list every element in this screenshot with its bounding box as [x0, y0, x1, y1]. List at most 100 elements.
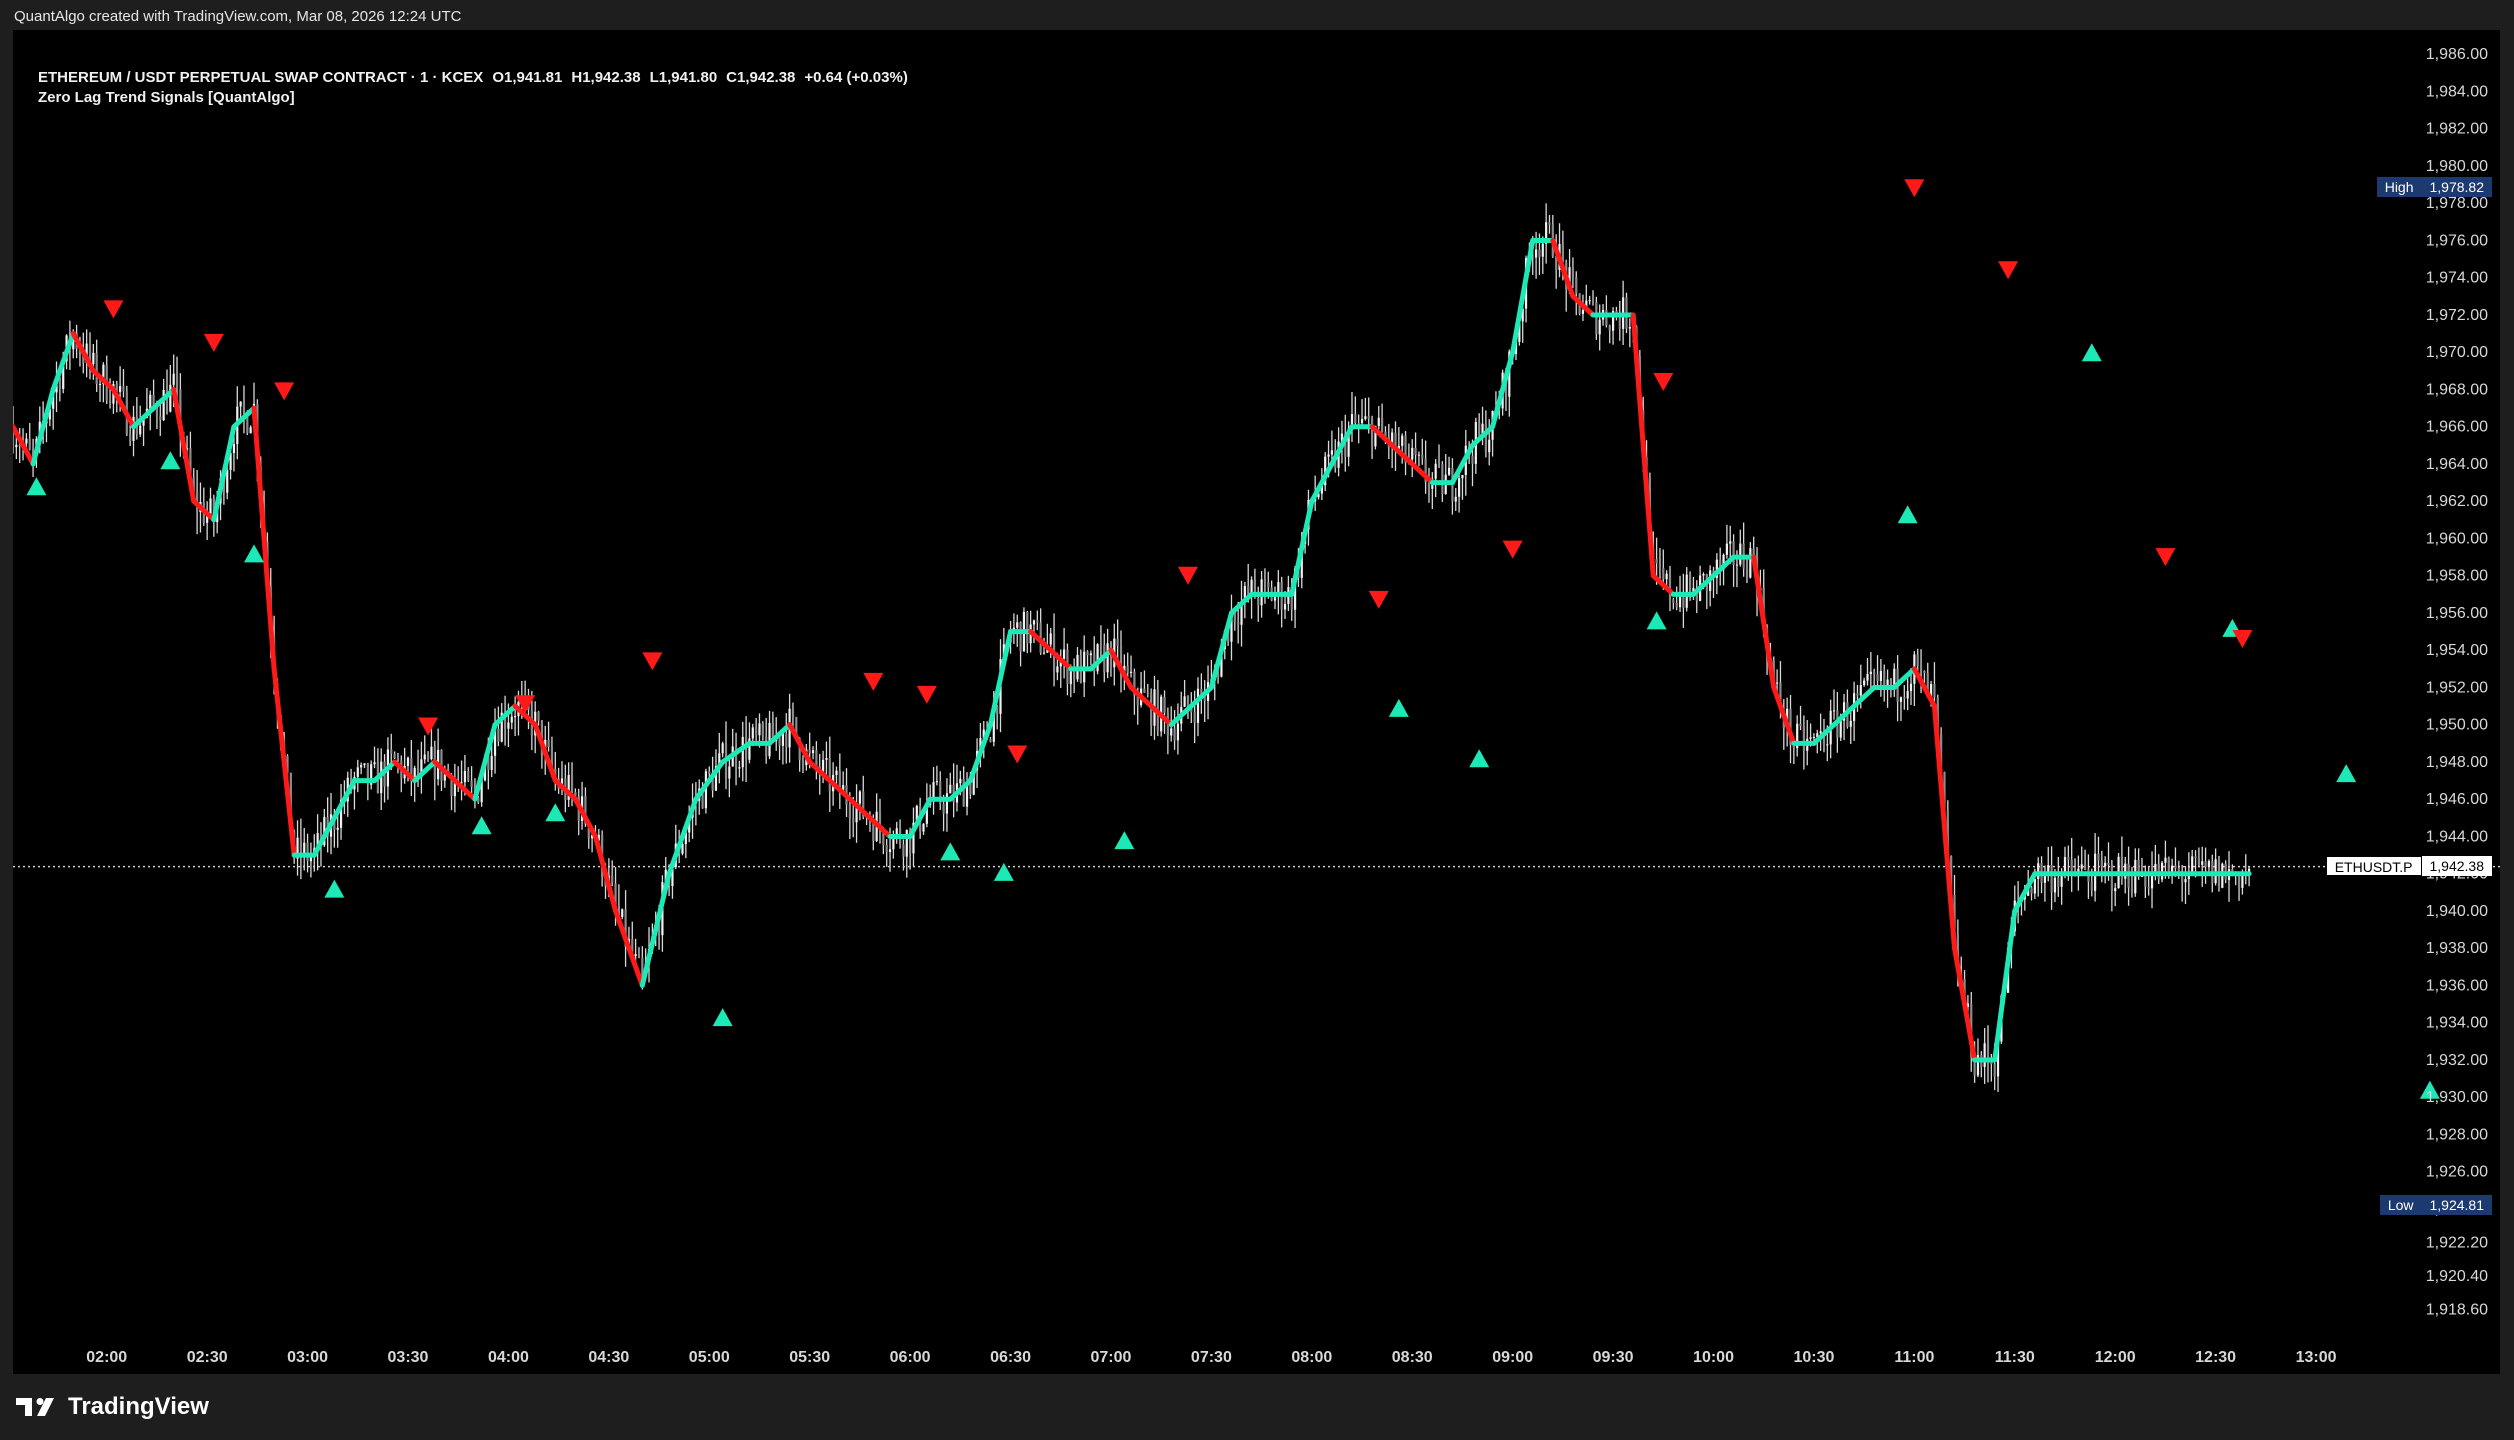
candle-body	[785, 733, 788, 748]
y-tick-label: 1,972.00	[2426, 307, 2488, 324]
candle-body	[815, 750, 818, 767]
candle-body	[1357, 422, 1360, 424]
candle-body	[467, 770, 470, 781]
x-tick-label: 11:30	[1995, 1349, 2035, 1366]
candle-body	[1899, 697, 1903, 702]
trend-line-segment	[1630, 312, 1656, 579]
candle-body	[808, 749, 811, 754]
sell-signal-triangle	[863, 672, 884, 691]
x-tick-label: 05:00	[689, 1349, 730, 1366]
indicator-name[interactable]: Zero Lag Trend Signals [QuantAlgo]	[38, 88, 917, 108]
chart-area[interactable]: 1,918.601,920.401,922.201,924.001,926.00…	[13, 30, 2500, 1374]
buy-signal-triangle	[993, 862, 1014, 881]
x-tick-label: 13:00	[2296, 1349, 2337, 1366]
candle-body	[1682, 595, 1685, 608]
candle-body	[570, 775, 574, 792]
candle-body	[1749, 548, 1752, 578]
candle-body	[611, 875, 614, 884]
candle-body	[1129, 671, 1133, 673]
low-label: Low	[2379, 1195, 2422, 1215]
candle-body	[1146, 692, 1149, 694]
candle-body	[306, 842, 309, 862]
candle-body	[728, 766, 731, 779]
symbol-name[interactable]: ETHEREUM / USDT PERPETUAL SWAP CONTRACT …	[38, 69, 483, 86]
candle-body	[1658, 563, 1662, 568]
candle-body	[1812, 736, 1816, 738]
candle-body	[239, 401, 242, 407]
candle-body	[497, 728, 500, 742]
candle-body	[1193, 712, 1196, 723]
candle-body	[1421, 454, 1424, 459]
sell-signal-triangle	[418, 717, 439, 736]
candle-body	[463, 770, 467, 783]
candle-body	[1441, 464, 1444, 495]
candle-body	[2191, 856, 2194, 874]
candle-body	[1049, 633, 1052, 645]
candle-body	[1608, 325, 1611, 331]
candle-body	[2201, 861, 2204, 865]
y-tick-label: 1,936.00	[2426, 977, 2488, 994]
candle-body	[1595, 301, 1598, 335]
candle-body	[1739, 543, 1742, 565]
candle-body	[1036, 620, 1039, 623]
candle-body	[423, 754, 426, 760]
candle-body	[1026, 611, 1029, 644]
candle-body	[1370, 418, 1374, 447]
candle-body	[1143, 688, 1146, 693]
candle-body	[2154, 863, 2157, 873]
candle-body	[2130, 887, 2134, 894]
candle-body	[1019, 622, 1022, 652]
candle-body	[2104, 862, 2107, 867]
sell-signal-triangle	[1904, 179, 1925, 198]
trend-line-segment	[271, 666, 297, 858]
candle-body	[1776, 682, 1779, 684]
candle-body	[2147, 886, 2150, 889]
candle-body	[2070, 859, 2073, 873]
candle-body	[1173, 728, 1176, 741]
candle-body	[2177, 868, 2180, 872]
candle-body	[1447, 467, 1451, 475]
candle-body	[1909, 683, 1913, 692]
candle-body	[2097, 853, 2100, 861]
y-tick-label: 1,970.00	[2426, 344, 2488, 361]
x-tick-label: 08:00	[1291, 1349, 1332, 1366]
candle-body	[1678, 595, 1682, 608]
candle-body	[2194, 856, 2197, 858]
tradingview-logo[interactable]: TradingView	[16, 1390, 209, 1424]
y-tick-label: 1,954.00	[2426, 642, 2488, 659]
candle-body	[390, 749, 393, 754]
candle-body	[1581, 310, 1585, 314]
candle-body	[1484, 423, 1487, 453]
y-tick-label: 1,946.00	[2426, 791, 2488, 808]
trend-line-segment	[1992, 908, 2018, 1063]
price-change: +0.64 (+0.03%)	[804, 69, 908, 86]
candle-body	[751, 727, 754, 739]
y-tick-label: 1,956.00	[2426, 605, 2488, 622]
candle-body	[755, 727, 758, 736]
sell-signal-triangle	[1007, 745, 1028, 764]
candle-body	[1534, 249, 1538, 258]
candle-body	[1471, 455, 1474, 464]
candle-body	[1702, 573, 1705, 576]
candle-body	[1883, 671, 1886, 688]
sell-signal-triangle	[1653, 373, 1674, 392]
candle-body	[95, 352, 98, 385]
candle-body	[1042, 652, 1046, 654]
y-tick-label: 1,966.00	[2426, 419, 2488, 436]
candle-body	[828, 758, 831, 792]
candle-body	[1832, 710, 1836, 712]
low-price-tag: Low 1,924.81	[2379, 1195, 2492, 1215]
price-chart[interactable]: 1,918.601,920.401,922.201,924.001,926.00…	[13, 30, 2500, 1374]
candle-body	[1799, 723, 1802, 727]
buy-signal-triangle	[545, 803, 566, 822]
candle-body	[249, 427, 252, 434]
sell-signal-triangle	[103, 300, 124, 319]
candle-body	[162, 389, 165, 421]
candle-body	[1170, 728, 1173, 736]
candle-body	[942, 803, 945, 814]
candle-body	[2030, 887, 2033, 894]
x-tick-label: 02:00	[86, 1349, 127, 1366]
candle-body	[848, 804, 851, 819]
candle-body	[634, 954, 637, 957]
candle-body	[2107, 862, 2110, 865]
